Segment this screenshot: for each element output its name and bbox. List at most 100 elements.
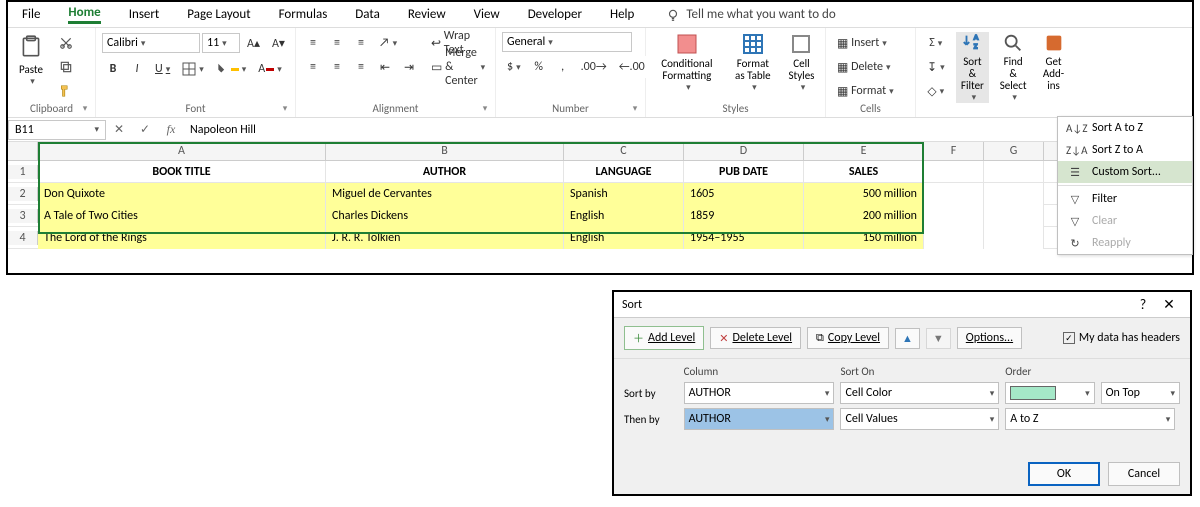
clipboard-launcher[interactable]: ▾ [79, 103, 91, 115]
menu-sort-za[interactable]: Z↓ASort Z to A [1058, 139, 1192, 161]
menu-custom-sort[interactable]: ☰Custom Sort... [1058, 161, 1192, 183]
delete-level-button[interactable]: ✕Delete Level [710, 327, 801, 349]
col-header-a[interactable]: A [38, 142, 326, 160]
add-level-button[interactable]: ＋Add Level [624, 326, 704, 350]
fill-button[interactable]: ↧▾ [922, 56, 950, 78]
font-launcher[interactable]: ▾ [279, 103, 291, 115]
cell[interactable]: 200 million [804, 205, 924, 227]
autosum-button[interactable]: Σ▾ [922, 32, 950, 54]
tab-home[interactable]: Home [54, 1, 114, 28]
cell[interactable]: Spanish [564, 183, 684, 205]
number-format-select[interactable]: General▾ [502, 32, 632, 52]
thenby-column-select[interactable]: AUTHOR▾ [684, 408, 835, 430]
cell-styles-button[interactable]: Cell Styles▾ [784, 32, 819, 93]
formula-input[interactable]: Napoleon Hill [184, 121, 1192, 139]
cell[interactable] [924, 183, 984, 205]
borders-button[interactable]: ▾ [177, 58, 209, 80]
orientation-button[interactable]: ↗▾ [374, 32, 402, 54]
font-color-button[interactable]: A▾ [253, 58, 286, 80]
comma-button[interactable]: , [552, 56, 574, 78]
cell[interactable]: SALES [804, 161, 924, 183]
cut-button[interactable] [54, 32, 78, 54]
cell[interactable]: LANGUAGE [564, 161, 684, 183]
font-size-select[interactable]: 11▾ [202, 33, 240, 53]
ok-button[interactable]: OK [1028, 462, 1100, 486]
increase-font-button[interactable]: A▴ [242, 32, 265, 54]
cell[interactable] [984, 227, 1044, 249]
tab-help[interactable]: Help [596, 3, 648, 26]
align-middle-button[interactable]: ≡ [326, 32, 348, 54]
clear-button[interactable]: ◇▾ [922, 80, 950, 102]
cell[interactable]: 150 million [804, 227, 924, 249]
cell[interactable]: AUTHOR [326, 161, 564, 183]
col-header-g[interactable]: G [984, 142, 1044, 160]
cell[interactable] [924, 205, 984, 227]
conditional-formatting-button[interactable]: Conditional Formatting▾ [652, 32, 722, 93]
get-addins-button[interactable]: Get Add-ins [1037, 32, 1070, 92]
number-launcher[interactable]: ▾ [629, 103, 641, 115]
format-cells-button[interactable]: ▦ Format▾ [832, 80, 899, 102]
decrease-font-button[interactable]: A▾ [267, 32, 290, 54]
tab-file[interactable]: File [8, 3, 54, 26]
cell[interactable] [984, 183, 1044, 205]
cell[interactable]: Miguel de Cervantes [326, 183, 564, 205]
align-bottom-button[interactable]: ≡ [350, 32, 372, 54]
tab-insert[interactable]: Insert [115, 3, 174, 26]
col-header-b[interactable]: B [326, 142, 564, 160]
format-as-table-button[interactable]: Format as Table▾ [728, 32, 778, 93]
italic-button[interactable]: I [126, 58, 148, 80]
align-top-button[interactable]: ≡ [302, 32, 324, 54]
thenby-order-select[interactable]: A to Z▾ [1005, 408, 1175, 430]
alignment-launcher[interactable]: ▾ [479, 103, 491, 115]
worksheet-grid[interactable]: A B C D E F G 1 BOOK TITLE AUTHOR LANGUA… [8, 142, 1192, 249]
font-name-select[interactable]: Calibri▾ [102, 33, 200, 53]
row-header[interactable]: 1 [8, 165, 38, 179]
data-has-headers-checkbox[interactable]: ✓ My data has headers [1063, 331, 1180, 345]
tab-formulas[interactable]: Formulas [265, 3, 342, 26]
find-select-button[interactable]: Find & Select▾ [995, 32, 1031, 103]
row-header[interactable]: 3 [8, 209, 38, 223]
sortby-order-color-select[interactable]: ▾ [1005, 382, 1094, 404]
cell[interactable]: 500 million [804, 183, 924, 205]
fill-color-button[interactable]: ▾ [211, 58, 252, 80]
decrease-decimal-button[interactable]: ←.00 [614, 56, 650, 78]
paste-button[interactable]: Paste ▾ [14, 32, 48, 87]
select-all-corner[interactable] [8, 142, 38, 160]
cancel-button[interactable]: Cancel [1108, 462, 1180, 486]
format-painter-button[interactable] [54, 80, 78, 102]
increase-indent-button[interactable]: ⇥ [398, 56, 420, 78]
cell[interactable]: English [564, 227, 684, 249]
cell[interactable]: J. R. R. Tolkien [326, 227, 564, 249]
name-box[interactable]: B11▾ [8, 120, 106, 140]
col-header-e[interactable]: E [804, 142, 924, 160]
cancel-edit-button[interactable]: ✕ [106, 122, 132, 137]
menu-sort-az[interactable]: A↓ZSort A to Z [1058, 117, 1192, 139]
increase-decimal-button[interactable]: .00→ [576, 56, 612, 78]
menu-filter[interactable]: ▽Filter [1058, 188, 1192, 210]
align-left-button[interactable]: ≡ [302, 56, 324, 78]
col-header-d[interactable]: D [684, 142, 804, 160]
sortby-column-select[interactable]: AUTHOR▾ [684, 382, 835, 404]
cell[interactable] [924, 161, 984, 183]
close-button[interactable]: ✕ [1156, 296, 1182, 313]
row-header[interactable]: 2 [8, 187, 38, 201]
align-right-button[interactable]: ≡ [350, 56, 372, 78]
percent-button[interactable]: % [528, 56, 550, 78]
row-header[interactable]: 4 [8, 231, 38, 245]
bold-button[interactable]: B [102, 58, 124, 80]
cell[interactable]: English [564, 205, 684, 227]
sortby-ontop-select[interactable]: On Top▾ [1101, 382, 1180, 404]
options-button[interactable]: Options... [957, 327, 1022, 349]
insert-cells-button[interactable]: ▦ Insert▾ [832, 32, 892, 54]
help-button[interactable]: ? [1130, 296, 1156, 313]
copy-button[interactable] [54, 56, 78, 78]
col-header-f[interactable]: F [924, 142, 984, 160]
tab-page-layout[interactable]: Page Layout [173, 3, 264, 26]
cell[interactable]: 1954–1955 [684, 227, 804, 249]
cell[interactable]: 1859 [684, 205, 804, 227]
underline-button[interactable]: U▾ [150, 58, 175, 80]
cell[interactable]: PUB DATE [684, 161, 804, 183]
cell[interactable]: Charles Dickens [326, 205, 564, 227]
sort-filter-button[interactable]: AZ Sort & Filter▾ [956, 32, 990, 103]
cell[interactable]: BOOK TITLE [38, 161, 326, 183]
